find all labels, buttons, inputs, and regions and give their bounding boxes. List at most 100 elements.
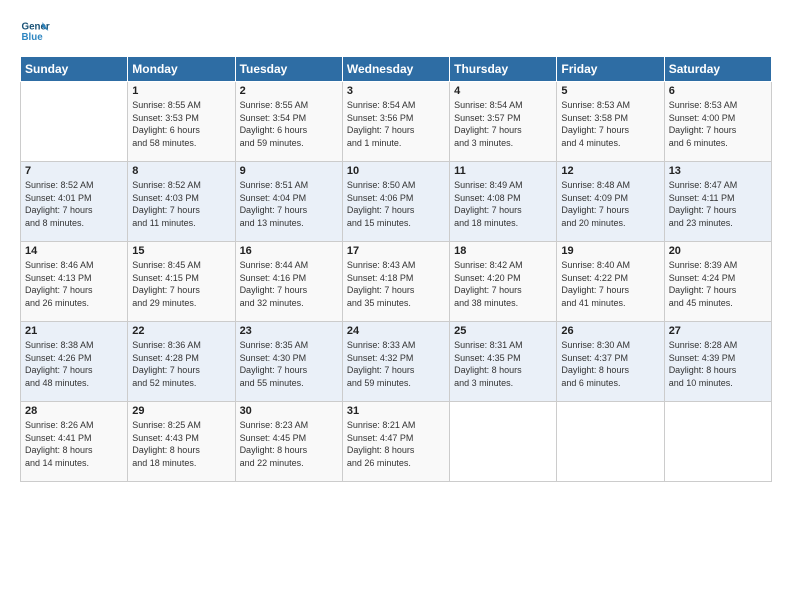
calendar-cell: 8Sunrise: 8:52 AMSunset: 4:03 PMDaylight… [128,162,235,242]
cell-content-line: Sunrise: 8:36 AM [132,339,230,352]
cell-content-line: Sunset: 4:13 PM [25,272,123,285]
cell-content-line: and 1 minute. [347,137,445,150]
cell-content-line: Daylight: 7 hours [561,284,659,297]
cell-content-line: Daylight: 7 hours [561,124,659,137]
calendar-table: SundayMondayTuesdayWednesdayThursdayFrid… [20,56,772,482]
cell-content-line: Sunrise: 8:50 AM [347,179,445,192]
calendar-week-row: 7Sunrise: 8:52 AMSunset: 4:01 PMDaylight… [21,162,772,242]
cell-content-line: Daylight: 7 hours [347,124,445,137]
cell-content-line: Sunset: 4:41 PM [25,432,123,445]
cell-content-line: Daylight: 7 hours [454,124,552,137]
cell-content-line: Sunrise: 8:53 AM [561,99,659,112]
cell-content-line: and 11 minutes. [132,217,230,230]
cell-content-line: and 59 minutes. [240,137,338,150]
cell-content-line: Daylight: 7 hours [240,204,338,217]
cell-content-line: and 3 minutes. [454,377,552,390]
cell-content-line: Daylight: 8 hours [347,444,445,457]
calendar-cell: 25Sunrise: 8:31 AMSunset: 4:35 PMDayligh… [450,322,557,402]
cell-content-line: Sunrise: 8:40 AM [561,259,659,272]
calendar-cell: 26Sunrise: 8:30 AMSunset: 4:37 PMDayligh… [557,322,664,402]
cell-content-line: Sunset: 4:24 PM [669,272,767,285]
day-number: 21 [25,325,123,337]
cell-content-line: Sunset: 4:47 PM [347,432,445,445]
cell-content-line: and 18 minutes. [454,217,552,230]
cell-content-line: Daylight: 7 hours [669,284,767,297]
calendar-cell: 15Sunrise: 8:45 AMSunset: 4:15 PMDayligh… [128,242,235,322]
weekday-header: Tuesday [235,57,342,82]
calendar-cell: 6Sunrise: 8:53 AMSunset: 4:00 PMDaylight… [664,82,771,162]
cell-content-line: Sunrise: 8:42 AM [454,259,552,272]
calendar-cell: 21Sunrise: 8:38 AMSunset: 4:26 PMDayligh… [21,322,128,402]
weekday-header: Wednesday [342,57,449,82]
calendar-cell: 5Sunrise: 8:53 AMSunset: 3:58 PMDaylight… [557,82,664,162]
calendar-cell: 13Sunrise: 8:47 AMSunset: 4:11 PMDayligh… [664,162,771,242]
cell-content-line: Sunset: 4:22 PM [561,272,659,285]
cell-content-line: and 38 minutes. [454,297,552,310]
day-number: 24 [347,325,445,337]
day-number: 12 [561,165,659,177]
cell-content-line: Daylight: 7 hours [25,364,123,377]
cell-content-line: and 41 minutes. [561,297,659,310]
calendar-cell: 12Sunrise: 8:48 AMSunset: 4:09 PMDayligh… [557,162,664,242]
day-number: 1 [132,85,230,97]
cell-content-line: Sunset: 4:15 PM [132,272,230,285]
cell-content-line: and 52 minutes. [132,377,230,390]
cell-content-line: Daylight: 8 hours [669,364,767,377]
day-number: 4 [454,85,552,97]
cell-content-line: Sunset: 4:45 PM [240,432,338,445]
header: General Blue [20,16,772,46]
cell-content-line: Sunset: 4:06 PM [347,192,445,205]
cell-content-line: Daylight: 8 hours [132,444,230,457]
cell-content-line: Sunrise: 8:49 AM [454,179,552,192]
day-number: 17 [347,245,445,257]
cell-content-line: Sunset: 4:30 PM [240,352,338,365]
calendar-week-row: 1Sunrise: 8:55 AMSunset: 3:53 PMDaylight… [21,82,772,162]
cell-content-line: Sunset: 4:32 PM [347,352,445,365]
calendar-cell: 19Sunrise: 8:40 AMSunset: 4:22 PMDayligh… [557,242,664,322]
cell-content-line: Daylight: 7 hours [25,204,123,217]
day-number: 9 [240,165,338,177]
weekday-header: Monday [128,57,235,82]
cell-content-line: Daylight: 7 hours [25,284,123,297]
day-number: 11 [454,165,552,177]
calendar-cell: 27Sunrise: 8:28 AMSunset: 4:39 PMDayligh… [664,322,771,402]
cell-content-line: Daylight: 7 hours [132,204,230,217]
cell-content-line: Sunrise: 8:38 AM [25,339,123,352]
calendar-cell: 22Sunrise: 8:36 AMSunset: 4:28 PMDayligh… [128,322,235,402]
cell-content-line: Daylight: 6 hours [132,124,230,137]
cell-content-line: and 29 minutes. [132,297,230,310]
cell-content-line: Daylight: 7 hours [132,284,230,297]
cell-content-line: and 22 minutes. [240,457,338,470]
calendar-cell: 31Sunrise: 8:21 AMSunset: 4:47 PMDayligh… [342,402,449,482]
calendar-cell [664,402,771,482]
calendar-cell: 28Sunrise: 8:26 AMSunset: 4:41 PMDayligh… [21,402,128,482]
cell-content-line: Daylight: 7 hours [561,204,659,217]
day-number: 27 [669,325,767,337]
weekday-header: Saturday [664,57,771,82]
day-number: 18 [454,245,552,257]
calendar-cell: 1 Sunrise: 8:55 AMSunset: 3:53 PMDaylight… [128,82,235,162]
cell-content-line: Daylight: 6 hours [240,124,338,137]
cell-content-line: and 8 minutes. [25,217,123,230]
cell-content-line: Sunset: 4:04 PM [240,192,338,205]
cell-content-line: and 15 minutes. [347,217,445,230]
calendar-cell [21,82,128,162]
cell-content-line: and 35 minutes. [347,297,445,310]
cell-content-line: Sunrise: 8:54 AM [347,99,445,112]
day-number: 3 [347,85,445,97]
day-number: 22 [132,325,230,337]
day-number: 23 [240,325,338,337]
day-number: 15 [132,245,230,257]
cell-content-line: Sunset: 4:01 PM [25,192,123,205]
cell-content-line: Sunset: 4:08 PM [454,192,552,205]
calendar-cell [450,402,557,482]
day-number: 2 [240,85,338,97]
cell-content-line: Sunrise: 8:55 AM [132,99,230,112]
cell-content-line: Sunset: 3:53 PM [132,112,230,125]
cell-content-line: Sunrise: 8:25 AM [132,419,230,432]
cell-content-line: and 59 minutes. [347,377,445,390]
calendar-week-row: 21Sunrise: 8:38 AMSunset: 4:26 PMDayligh… [21,322,772,402]
calendar-cell: 29Sunrise: 8:25 AMSunset: 4:43 PMDayligh… [128,402,235,482]
cell-content-line: Sunrise: 8:52 AM [25,179,123,192]
day-number: 6 [669,85,767,97]
